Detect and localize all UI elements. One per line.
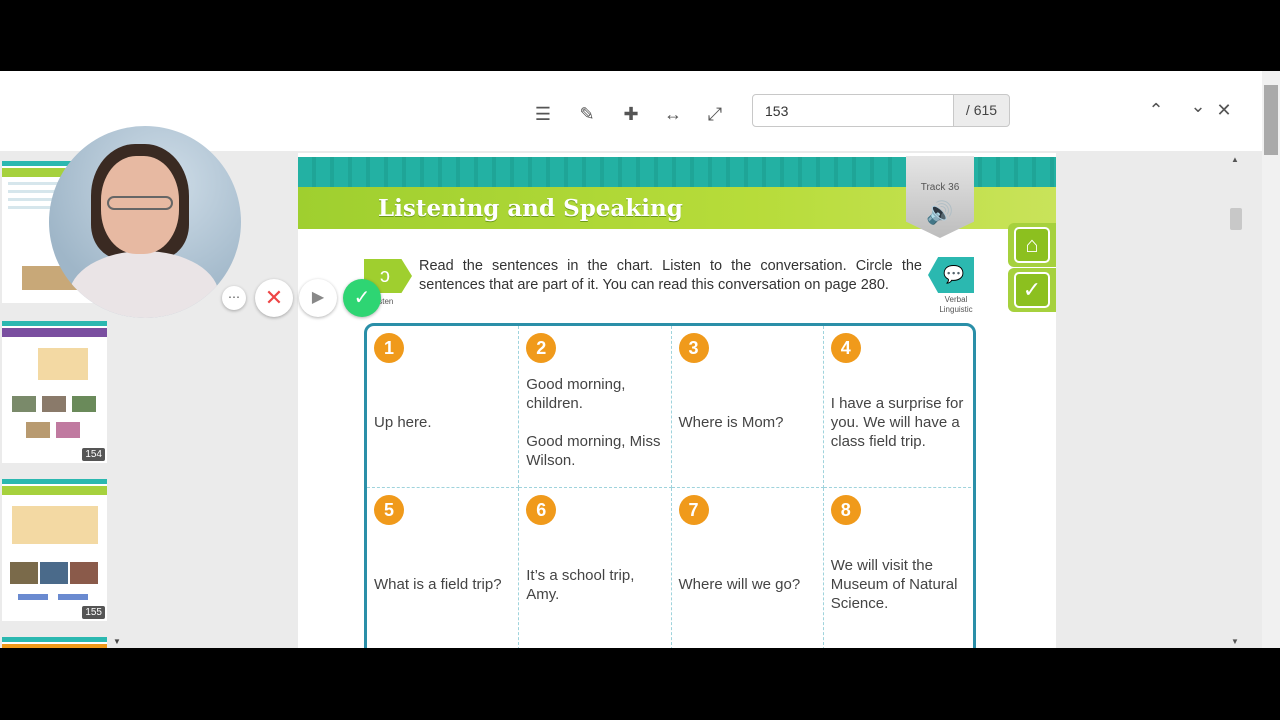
chart-cell[interactable]: 1 Up here. <box>367 326 520 488</box>
chart-cell[interactable]: 2 Good morning, children. Good morning, … <box>519 326 672 488</box>
thumbnail-page-number: 154 <box>82 448 105 461</box>
track-label: Track 36 <box>920 182 960 193</box>
cell-number: 1 <box>374 333 404 363</box>
window-scrollbar[interactable] <box>1262 71 1280 648</box>
chevron-down-icon[interactable]: ⌄ <box>1187 95 1209 117</box>
checkmark-icon: ✓ <box>1014 272 1050 308</box>
webcam-overlay[interactable] <box>49 126 241 318</box>
cell-number: 5 <box>374 495 404 525</box>
chart-cell[interactable]: 5 What is a field trip? <box>367 488 520 648</box>
verbal-linguistic-caption: Verbal Linguistic <box>939 295 973 314</box>
scroll-up-icon[interactable]: ▲ <box>1231 155 1239 164</box>
chart-cell[interactable]: 3 Where is Mom? <box>671 326 824 488</box>
audio-track-tag[interactable]: Track 36 🔊 <box>906 156 974 238</box>
document-scrollbar[interactable]: ▲ ▼ <box>1228 151 1246 648</box>
cell-sentence: I have a surprise for you. We will have … <box>830 395 964 450</box>
resume-recording-button[interactable]: ▶ <box>299 279 337 317</box>
cell-number: 6 <box>526 495 557 525</box>
lesson-title: Listening and Speaking <box>378 195 683 222</box>
chevron-up-icon[interactable]: ⌃ <box>1145 99 1167 121</box>
cell-number: 4 <box>830 333 861 363</box>
chart-cell[interactable]: 6 It’s a school trip, Amy. <box>519 488 672 648</box>
thumbnail-page-number: 155 <box>82 606 105 619</box>
cell-sentence: Good morning, children. Good morning, Mi… <box>526 376 661 469</box>
cell-sentence: Where will we go? <box>678 576 801 593</box>
chart-cell[interactable]: 8 We will visit the Museum of Natural Sc… <box>824 488 973 648</box>
more-options-button[interactable]: ⋯ <box>222 286 246 310</box>
cell-sentence: We will visit the Museum of Natural Scie… <box>830 557 958 612</box>
page-total: / 615 <box>953 94 1010 127</box>
scroll-thumb[interactable] <box>1230 208 1242 230</box>
chart-cell[interactable]: 7 Where will we go? <box>672 488 824 648</box>
chart-cell[interactable]: 4 I have a surprise for you. We will hav… <box>823 326 973 488</box>
puzzle-icon[interactable]: ✚ <box>620 103 642 125</box>
thumbnail-page[interactable]: 154 <box>2 321 107 463</box>
fullscreen-icon[interactable]: ⤢ <box>704 103 726 125</box>
window-scroll-thumb[interactable] <box>1264 85 1278 155</box>
cell-sentence: Up here. <box>374 414 432 431</box>
scroll-down-icon[interactable]: ▼ <box>113 637 121 646</box>
list-icon[interactable]: ☰ <box>532 103 554 125</box>
fit-width-icon[interactable]: ↔ <box>662 103 684 125</box>
cell-number: 7 <box>678 495 709 525</box>
thumbnail-page[interactable] <box>2 637 107 648</box>
home-icon: ⌂ <box>1014 227 1050 263</box>
page-number-input[interactable] <box>752 94 954 127</box>
check-button[interactable]: ✓ <box>1008 268 1056 312</box>
scroll-down-icon[interactable]: ▼ <box>1231 637 1239 646</box>
thumbnail-page[interactable]: 155 <box>2 479 107 621</box>
cell-number: 3 <box>678 333 709 363</box>
verbal-linguistic-badge: 💬 <box>928 257 974 293</box>
viewer-window: ☰ ✎ ✚ ↔ ⤢ / 615 ⌃ ⌄ ✕ 154 <box>0 71 1280 648</box>
textbook-page: Listening and Speaking Track 36 🔊 ⌂ ✓ ↄ … <box>298 153 1056 648</box>
sentence-chart: 1 Up here. 2 Good morning, children. Goo… <box>364 323 976 648</box>
speaker-icon[interactable]: 🔊 <box>923 200 957 226</box>
cell-number: 8 <box>830 495 861 525</box>
ear-icon: ↄ <box>380 265 390 287</box>
cell-sentence: It’s a school trip, Amy. <box>526 566 635 603</box>
finish-recording-button[interactable]: ✓ <box>343 279 381 317</box>
magic-wand-icon[interactable]: ✎ <box>576 103 598 125</box>
chat-bubbles-icon: 💬 <box>943 265 965 284</box>
home-button[interactable]: ⌂ <box>1008 223 1056 267</box>
activity-instructions: Read the sentences in the chart. Listen … <box>419 258 922 293</box>
close-icon[interactable]: ✕ <box>1213 99 1235 121</box>
cell-sentence: Where is Mom? <box>678 414 784 431</box>
cell-sentence: What is a field trip? <box>374 576 502 593</box>
cell-number: 2 <box>526 333 557 363</box>
discard-recording-button[interactable]: ✕ <box>255 279 293 317</box>
